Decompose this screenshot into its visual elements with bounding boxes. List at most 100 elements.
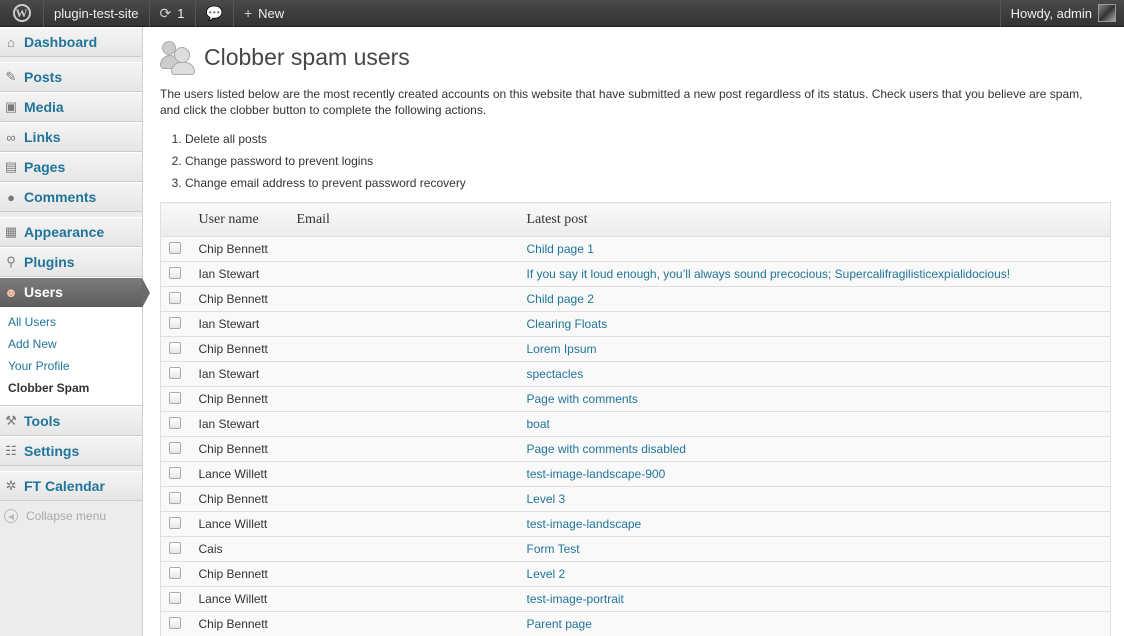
username-cell: Chip Bennett <box>198 386 297 412</box>
row-checkbox-cell <box>160 286 199 312</box>
new-content-menu[interactable]: + New <box>234 0 294 27</box>
sidebar-item-appearance[interactable]: ▦ Appearance <box>0 217 142 247</box>
row-checkbox[interactable] <box>169 566 181 579</box>
sidebar-item-media[interactable]: ▣ Media <box>0 92 142 122</box>
sidebar-item-label: Media <box>24 99 64 115</box>
row-checkbox[interactable] <box>169 541 181 554</box>
latest-post-link[interactable]: Level 2 <box>526 561 1111 587</box>
sidebar-item-label: Posts <box>24 69 63 85</box>
submenu-your-profile[interactable]: Your Profile <box>0 355 142 377</box>
row-checkbox-cell <box>160 511 199 537</box>
row-checkbox[interactable] <box>169 516 181 529</box>
my-account-menu[interactable]: Howdy, admin <box>999 0 1124 27</box>
sidebar-item-label: Comments <box>24 189 97 205</box>
username-cell: Chip Bennett <box>198 611 297 636</box>
latest-post-link[interactable]: test-image-landscape <box>526 511 1111 537</box>
row-checkbox[interactable] <box>169 466 181 479</box>
username-cell: Ian Stewart <box>198 361 297 387</box>
row-checkbox[interactable] <box>169 591 181 604</box>
row-checkbox-cell <box>160 561 199 587</box>
username-cell: Ian Stewart <box>198 311 297 337</box>
site-name-link[interactable]: plugin-test-site <box>44 0 150 27</box>
row-checkbox[interactable] <box>169 316 181 329</box>
tools-icon: ⚒ <box>5 413 17 428</box>
spam-users-table: User name Email Latest post Chip Bennett… <box>160 202 1111 636</box>
sidebar-item-comments[interactable]: ● Comments <box>0 182 142 212</box>
comments-link[interactable]: 💬 <box>196 0 234 27</box>
latest-post-link[interactable]: Lorem Ipsum <box>526 336 1111 362</box>
row-checkbox[interactable] <box>169 241 181 254</box>
latest-post-link[interactable]: Child page 2 <box>526 286 1111 312</box>
row-checkbox[interactable] <box>169 341 181 354</box>
sidebar-item-users[interactable]: ☻ Users <box>0 277 150 308</box>
sidebar-item-pages[interactable]: ▤ Pages <box>0 152 142 182</box>
row-checkbox-cell <box>160 461 199 487</box>
refresh-icon: ⟳ <box>159 4 172 21</box>
pages-icon: ▤ <box>4 159 18 174</box>
email-cell <box>296 511 527 537</box>
row-checkbox-cell <box>160 311 199 337</box>
row-checkbox-cell <box>160 336 199 362</box>
wp-logo-menu[interactable]: W <box>0 0 44 27</box>
row-checkbox[interactable] <box>169 416 181 429</box>
email-cell <box>296 336 527 362</box>
latest-post-link[interactable]: If you say it loud enough, you’ll always… <box>526 261 1111 287</box>
collapse-arrow-icon: ◀ <box>4 509 18 523</box>
row-checkbox[interactable] <box>169 266 181 279</box>
sidebar-item-posts[interactable]: ✎ Posts <box>0 62 142 92</box>
pin-icon: ✎ <box>5 69 17 84</box>
table-row: Ian Stewart Clearing Floats <box>160 311 1111 337</box>
row-checkbox-cell <box>160 536 199 562</box>
sidebar-item-dashboard[interactable]: ⌂ Dashboard <box>0 27 142 57</box>
updates-link[interactable]: ⟳ 1 <box>150 0 196 27</box>
submenu-add-new[interactable]: Add New <box>0 333 142 355</box>
submenu-all-users[interactable]: All Users <box>0 311 142 333</box>
email-cell <box>296 261 527 287</box>
latest-post-link[interactable]: boat <box>526 411 1111 437</box>
email-cell <box>296 461 527 487</box>
latest-post-link[interactable]: Level 3 <box>526 486 1111 512</box>
sidebar-item-ft-calendar[interactable]: ✲ FT Calendar <box>0 471 142 501</box>
wordpress-logo-icon: W <box>12 4 31 22</box>
media-icon: ▣ <box>4 99 18 114</box>
table-row: Cais Form Test <box>160 536 1111 562</box>
users-page-icon <box>160 39 196 75</box>
email-cell <box>296 411 527 437</box>
users-icon: ☻ <box>4 284 18 300</box>
link-icon: ∞ <box>6 129 16 145</box>
sidebar-item-label: Tools <box>24 413 61 429</box>
latest-post-link[interactable]: test-image-landscape-900 <box>526 461 1111 487</box>
row-checkbox[interactable] <box>169 291 181 304</box>
latest-post-link[interactable]: Page with comments disabled <box>526 436 1111 462</box>
sidebar-item-links[interactable]: ∞ Links <box>0 122 142 152</box>
row-checkbox[interactable] <box>169 441 181 454</box>
username-cell: Chip Bennett <box>198 561 297 587</box>
sidebar-item-settings[interactable]: ☷ Settings <box>0 436 142 466</box>
latest-post-link[interactable]: Page with comments <box>526 386 1111 412</box>
username-cell: Chip Bennett <box>198 336 297 362</box>
email-cell <box>296 486 527 512</box>
row-checkbox-cell <box>160 236 199 262</box>
row-checkbox[interactable] <box>169 366 181 379</box>
latest-post-link[interactable]: Child page 1 <box>526 236 1111 262</box>
collapse-menu-button[interactable]: ◀ Collapse menu <box>0 501 142 531</box>
email-cell <box>296 536 527 562</box>
row-checkbox[interactable] <box>169 391 181 404</box>
calendar-icon: ✲ <box>5 478 17 493</box>
checkbox-column-header <box>160 202 199 237</box>
submenu-clobber-spam[interactable]: Clobber Spam <box>0 377 142 399</box>
latest-post-link[interactable]: spectacles <box>526 361 1111 387</box>
row-checkbox[interactable] <box>169 616 181 629</box>
comment-bubble-icon: 💬 <box>205 4 223 21</box>
email-cell <box>296 386 527 412</box>
latest-post-link[interactable]: Form Test <box>526 536 1111 562</box>
latest-post-link[interactable]: test-image-portrait <box>526 586 1111 612</box>
email-cell <box>296 361 527 387</box>
latest-post-link[interactable]: Clearing Floats <box>526 311 1111 337</box>
sidebar-item-tools[interactable]: ⚒ Tools <box>0 406 142 436</box>
row-checkbox[interactable] <box>169 491 181 504</box>
sidebar-item-label: Appearance <box>24 224 105 240</box>
table-row: Chip Bennett Page with comments disabled <box>160 436 1111 462</box>
latest-post-link[interactable]: Parent page <box>526 611 1111 636</box>
sidebar-item-plugins[interactable]: ⚲ Plugins <box>0 247 142 277</box>
